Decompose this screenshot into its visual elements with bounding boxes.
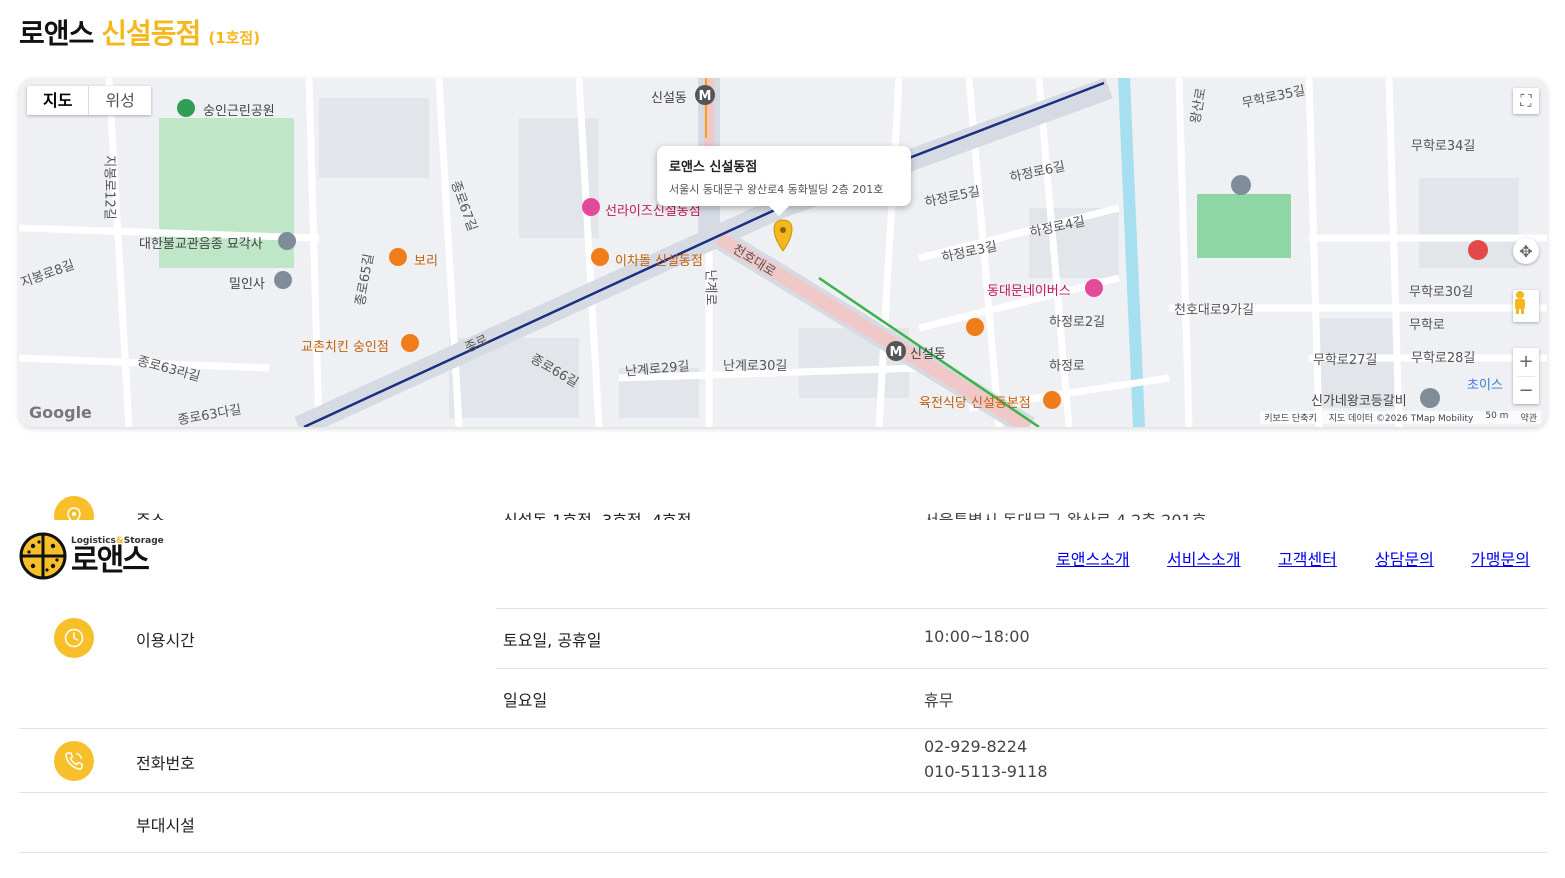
nav-item-services[interactable]: 서비스소개: [1167, 546, 1241, 570]
map-type-control[interactable]: 지도 위성: [27, 86, 151, 115]
map-type-map-button[interactable]: 지도: [27, 86, 88, 115]
map-keyboard-shortcuts-link[interactable]: 키보드 단축키: [1264, 411, 1317, 424]
map-type-satellite-button[interactable]: 위성: [88, 86, 150, 115]
hours-sun-value: 휴무: [924, 691, 954, 710]
map-label-muhakro: 무학로: [1409, 318, 1445, 333]
zoom-out-button[interactable]: −: [1517, 376, 1535, 404]
camera-control-icon: ✥: [1519, 241, 1533, 261]
phone-number-1[interactable]: 02-929-8224: [924, 737, 1027, 756]
fullscreen-icon: ⛶: [1520, 91, 1532, 110]
map-label-choise: 초이스: [1467, 378, 1503, 393]
map-label-nebus: 동대문네이버스: [987, 284, 1071, 299]
map-label-hajeongro2: 하정로2길: [1049, 315, 1106, 330]
divider: [496, 608, 1547, 609]
title-brand: 로앤스: [19, 17, 94, 50]
camera-control-button[interactable]: ✥: [1513, 238, 1539, 264]
map-label-muhakro28: 무학로28길: [1411, 351, 1476, 366]
zoom-in-button[interactable]: +: [1518, 348, 1533, 376]
map-label-nangye30: 난계로30길: [723, 359, 788, 374]
map-embed[interactable]: M M 숭인근린공원 신설동 신설동 대한불교관음종 묘각사 밀인사 보리 교촌…: [19, 78, 1547, 427]
divider: [19, 852, 1547, 853]
map-label-kyochon: 교촌치킨 숭인점: [301, 340, 389, 355]
hours-sun-label: 일요일: [503, 691, 548, 710]
map-label-temple1: 대한불교관음종 묘각사: [139, 237, 263, 252]
map-label-station1: 신설동: [651, 91, 687, 106]
nav-item-consult[interactable]: 상담문의: [1375, 546, 1434, 570]
map-label-temple2: 밀인사: [229, 277, 265, 292]
map-label-cheonho9ga: 천호대로9가길: [1174, 303, 1255, 318]
map-label-jibong12: 지봉로12길: [101, 155, 117, 220]
map-label-ichadol: 이차돌 신설동점: [615, 254, 703, 269]
facility-label: 부대시설: [136, 816, 195, 835]
phone-icon: [65, 752, 83, 770]
phone-number-2[interactable]: 010-5113-9118: [924, 762, 1048, 781]
map-terms-link[interactable]: 약관: [1520, 411, 1537, 424]
hours-sat-label: 토요일, 공휴일: [503, 631, 602, 650]
logo-text: Logistics&Storage 로앤스: [71, 536, 164, 576]
map-scale[interactable]: 50 m: [1485, 411, 1508, 424]
phone-icon-circle: [54, 741, 94, 781]
title-branch: 신설동점: [101, 17, 201, 50]
map-canvas[interactable]: M M: [19, 78, 1547, 427]
nav-item-about[interactable]: 로앤스소개: [1056, 546, 1130, 570]
school-ground: [1197, 194, 1291, 258]
map-label-galbi: 신가네왕코등갈비: [1311, 394, 1407, 409]
map-label-muhakro34: 무학로34길: [1411, 139, 1476, 154]
site-logo[interactable]: Logistics&Storage 로앤스: [19, 532, 164, 580]
phone-label: 전화번호: [136, 754, 195, 773]
map-label-muhakro27: 무학로27길: [1313, 353, 1378, 368]
logo-emblem-icon: [19, 532, 67, 580]
info-window-address: 서울시 동대문구 왕산로4 동화빌딩 2층 201호: [669, 183, 884, 196]
map-footer: 키보드 단축키 지도 데이터 ©2026 TMap Mobility 50 m …: [1260, 411, 1541, 424]
hours-icon-circle: [54, 618, 94, 658]
map-label-bori: 보리: [414, 254, 438, 269]
nav-item-franchise[interactable]: 가맹문의: [1471, 546, 1530, 570]
map-label-hajeongro: 하정로: [1049, 359, 1085, 374]
fullscreen-button[interactable]: ⛶: [1513, 88, 1539, 114]
clock-icon: [64, 628, 84, 648]
map-label-nangyero: 난계로: [702, 269, 718, 306]
map-label-park: 숭인근린공원: [203, 104, 275, 119]
map-label-muhakro30: 무학로30길: [1409, 285, 1474, 300]
page-title: 로앤스 신설동점 (1호점): [19, 12, 260, 52]
map-data-attribution: 지도 데이터 ©2026 TMap Mobility: [1328, 414, 1474, 424]
hours-sat-value: 10:00~18:00: [924, 627, 1030, 646]
nav-item-support[interactable]: 고객센터: [1278, 546, 1337, 570]
logo-wordmark: 로앤스: [71, 543, 150, 578]
map-info-window[interactable]: 로앤스 신설동점 서울시 동대문구 왕산로4 동화빌딩 2층 201호: [657, 146, 911, 216]
svg-text:M: M: [699, 89, 712, 104]
title-sub: (1호점): [208, 29, 261, 47]
map-label-yukjeon: 육전식당 신설동본점: [919, 396, 1031, 411]
svg-text:M: M: [890, 345, 903, 360]
google-logo: Google: [29, 403, 92, 422]
map-label-station2: 신설동: [910, 347, 946, 362]
divider: [19, 728, 1547, 729]
site-header: Logistics&Storage 로앤스 로앤스소개 서비스소개 고객센터 상…: [0, 520, 1565, 588]
zoom-control[interactable]: + −: [1513, 348, 1539, 404]
pegman-icon: [1515, 291, 1525, 314]
hours-label: 이용시간: [136, 631, 195, 650]
divider: [496, 668, 1547, 669]
divider: [19, 792, 1547, 793]
info-window-title: 로앤스 신설동점: [669, 160, 758, 175]
street-view-pegman[interactable]: [1513, 290, 1539, 322]
